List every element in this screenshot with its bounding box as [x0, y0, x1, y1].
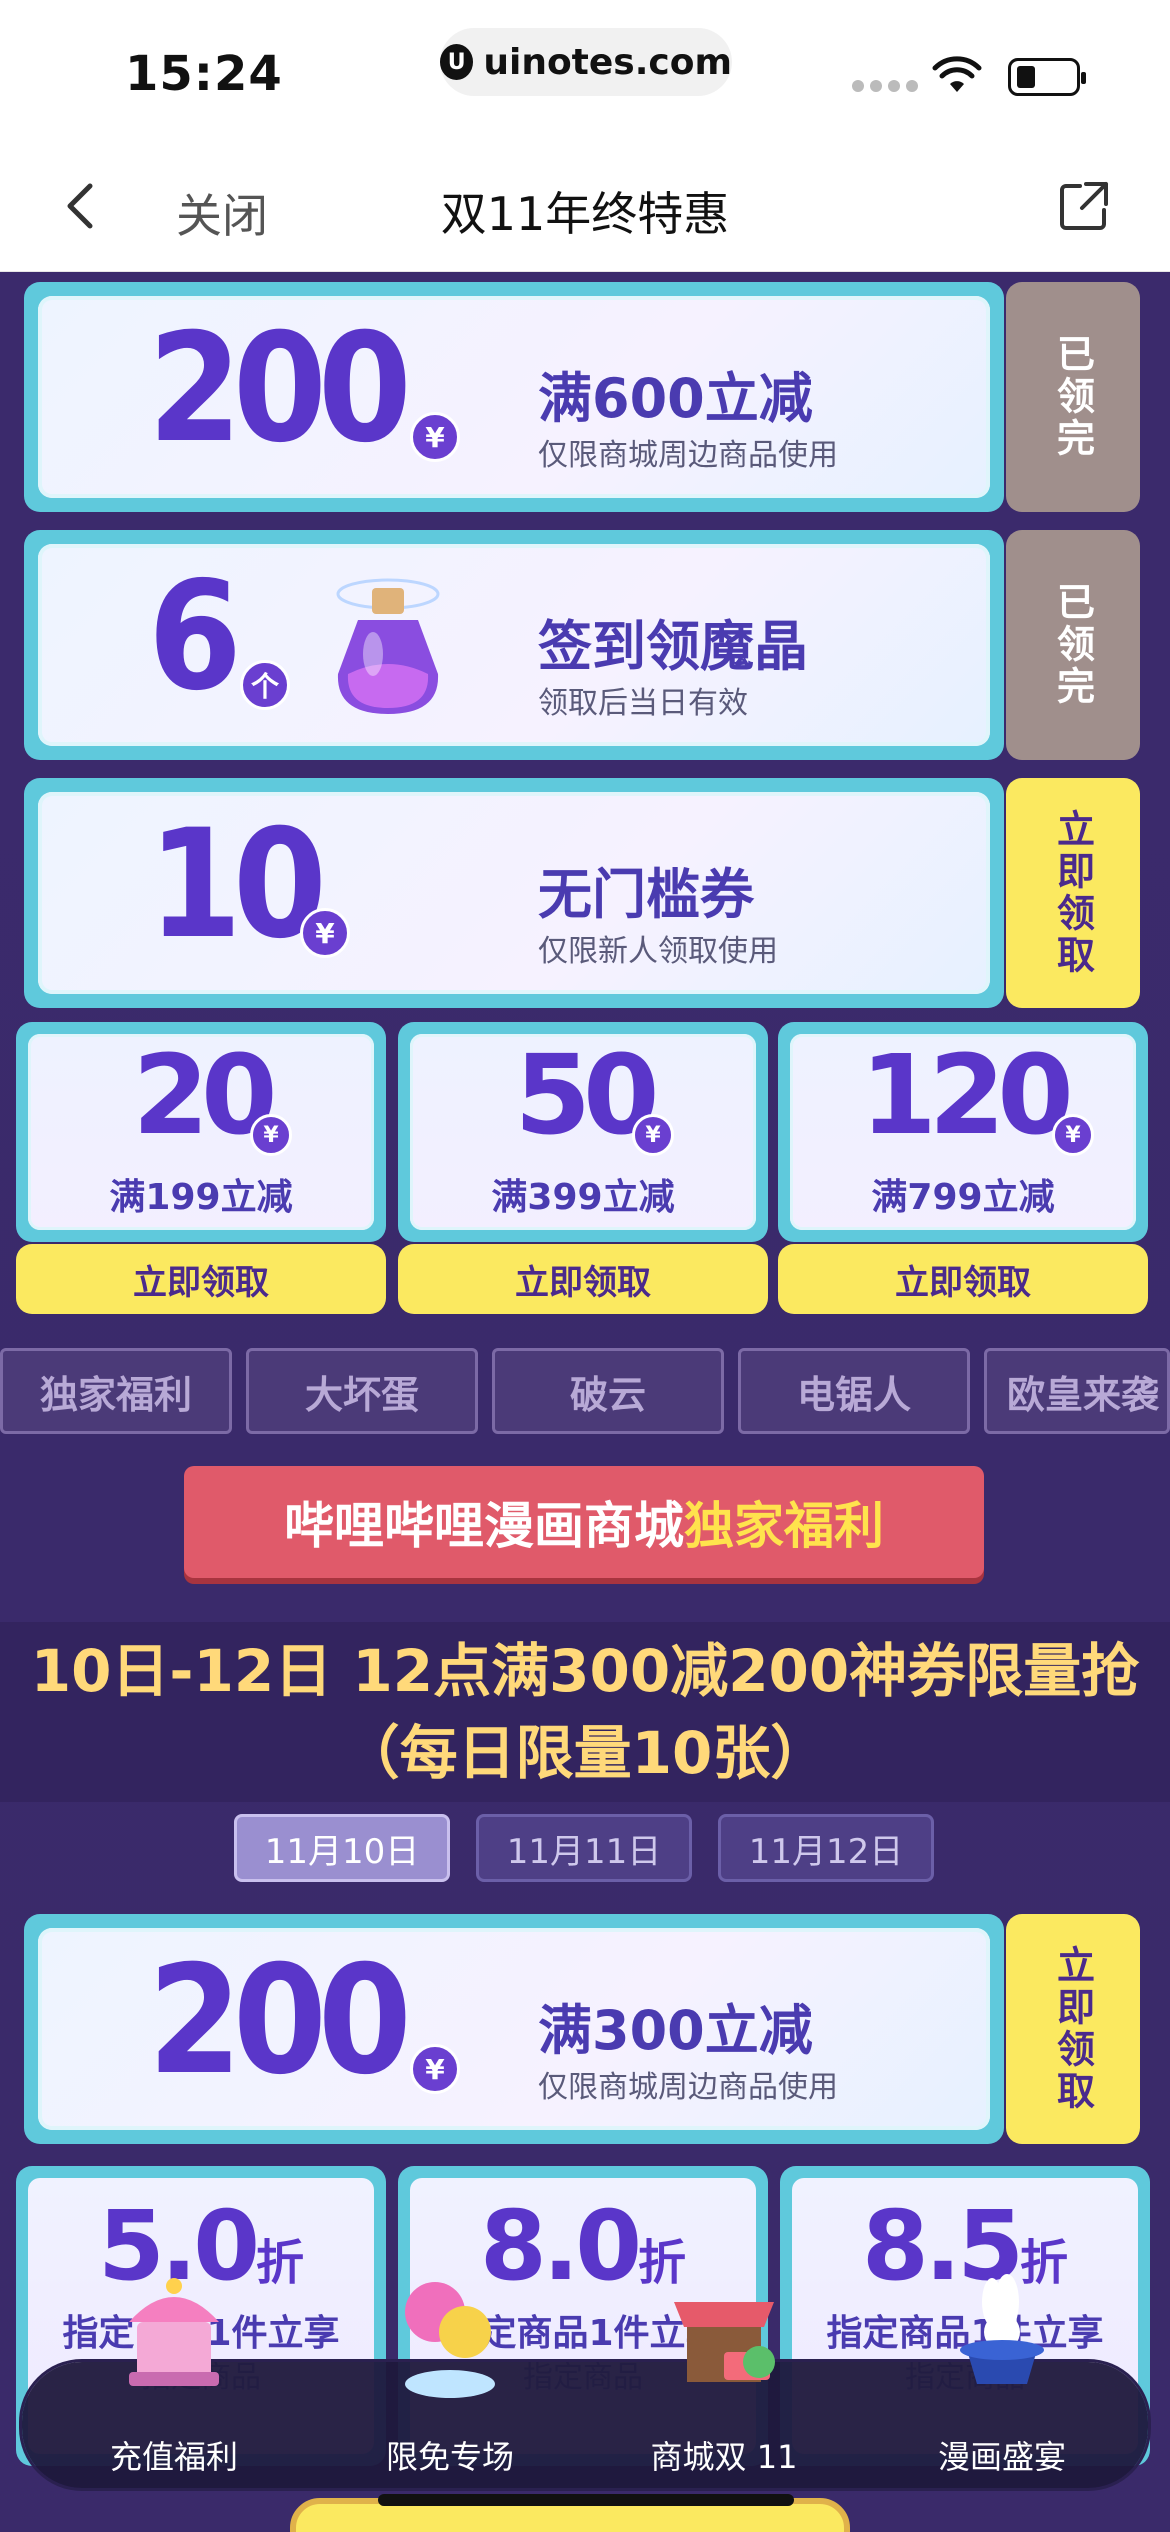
tab-exclusive[interactable]: 独家福利	[0, 1348, 232, 1434]
count-badge: 个	[240, 660, 290, 710]
claim-button[interactable]: 立即领取	[16, 1244, 386, 1314]
date-selector: 11月10日 11月11日 11月12日	[0, 1814, 1170, 1884]
coupon-amount: 6	[148, 550, 242, 724]
mini-coupon: 20 ¥ 满199立减	[16, 1022, 386, 1242]
promo-line-2: （每日限量10张）	[341, 1719, 829, 1787]
mini-coupon-subtitle: 满399立减	[491, 1177, 675, 1218]
coupon-title: 满300立减	[538, 1999, 813, 2062]
claimed-tab: 已领完	[1006, 530, 1140, 760]
bottom-tab-bar: 充值福利 限免专场 商城双 11 漫画盛宴	[22, 2274, 1148, 2488]
yuan-badge: ¥	[410, 2044, 460, 2094]
magic-potion-icon	[336, 578, 440, 714]
balloons-icon	[405, 2282, 495, 2398]
tab-chainsaw-man[interactable]: 电锯人	[738, 1348, 970, 1434]
site-logo-icon: U	[440, 44, 474, 80]
mini-coupon-amount: 20	[132, 1031, 277, 1159]
date-tab[interactable]: 11月11日	[476, 1814, 692, 1882]
mini-coupon: 50 ¥ 满399立减	[398, 1022, 768, 1242]
tab-villain[interactable]: 大坏蛋	[246, 1348, 478, 1434]
date-tab[interactable]: 11月12日	[718, 1814, 934, 1882]
url-pill[interactable]: U uinotes.com	[440, 28, 732, 96]
yuan-badge: ¥	[300, 908, 350, 958]
mini-coupon-amount: 50	[514, 1031, 659, 1159]
home-indicator	[378, 2494, 794, 2506]
mini-coupon-subtitle: 满799立减	[871, 1177, 1055, 1218]
magic-hat-icon	[960, 2274, 1044, 2384]
tab-mall-double-11[interactable]: 商城双 11	[594, 2302, 854, 2488]
wifi-icon	[932, 56, 982, 92]
tab-poyun[interactable]: 破云	[492, 1348, 724, 1434]
coupon-amount: 200	[148, 1934, 412, 2108]
coupon-title: 满600立减	[538, 367, 813, 430]
nav-bar: 关闭 双11年终特惠	[0, 140, 1170, 272]
tab-comic-feast[interactable]: 漫画盛宴	[872, 2274, 1132, 2488]
coupon-subtitle: 仅限新人领取使用	[538, 934, 778, 969]
yuan-badge: ¥	[410, 412, 460, 462]
category-tabs: 独家福利 大坏蛋 破云 电锯人 欧皇来袭	[0, 1348, 1170, 1434]
status-time: 15:24	[125, 46, 283, 102]
claim-now-button[interactable]: 立即领取	[1006, 778, 1140, 1008]
yuan-badge: ¥	[1052, 1114, 1094, 1156]
claimed-tab: 已领完	[1006, 282, 1140, 512]
coupon-amount: 10	[148, 798, 327, 972]
mini-coupon-subtitle: 满199立减	[109, 1177, 293, 1218]
claim-button[interactable]: 立即领取	[398, 1244, 768, 1314]
coupon-subtitle: 仅限商城周边商品使用	[538, 438, 838, 473]
coupon-subtitle: 领取后当日有效	[538, 686, 748, 721]
page-title: 双11年终特惠	[440, 187, 730, 241]
tab-free[interactable]: 限免专场	[320, 2282, 580, 2488]
promo-heading: 10日-12日 12点满300减200神券限量抢 （每日限量10张）	[0, 1622, 1170, 1802]
yuan-badge: ¥	[632, 1114, 674, 1156]
cellular-signal-icon	[852, 80, 918, 92]
tab-lucky[interactable]: 欧皇来袭	[984, 1348, 1170, 1434]
battery-icon	[1008, 58, 1086, 96]
claim-now-button[interactable]: 立即领取	[1006, 1914, 1140, 2144]
coupon-card: 200 ¥ 满600立减 仅限商城周边商品使用	[24, 282, 1004, 512]
coupon-card: 6 个 签到领魔晶 领取后当日有效	[24, 530, 1004, 760]
coupon-title: 无门槛券	[538, 863, 754, 926]
exclusive-banner: 哔哩哔哩漫画商城 独家福利	[184, 1466, 984, 1578]
status-bar: 15:24 U uinotes.com	[0, 0, 1170, 140]
tab-recharge[interactable]: 充值福利	[44, 2278, 304, 2488]
coupon-card: 10 ¥ 无门槛券 仅限新人领取使用	[24, 778, 1004, 1008]
coupon-subtitle: 仅限商城周边商品使用	[538, 2070, 838, 2105]
carousel-icon	[129, 2278, 219, 2386]
date-tab-active[interactable]: 11月10日	[234, 1814, 450, 1882]
mini-coupon: 120 ¥ 满799立减	[778, 1022, 1148, 1242]
claim-button[interactable]: 立即领取	[778, 1244, 1148, 1314]
shop-stall-icon	[674, 2302, 775, 2382]
share-icon[interactable]	[1056, 178, 1112, 234]
promo-line-1: 10日-12日 12点满300减200神券限量抢	[30, 1637, 1140, 1705]
coupon-title: 签到领魔晶	[538, 615, 808, 678]
coupon-card: 200 ¥ 满300立减 仅限商城周边商品使用	[24, 1914, 1004, 2144]
url-text: uinotes.com	[483, 41, 732, 83]
coupon-amount: 200	[148, 302, 412, 476]
yuan-badge: ¥	[250, 1114, 292, 1156]
